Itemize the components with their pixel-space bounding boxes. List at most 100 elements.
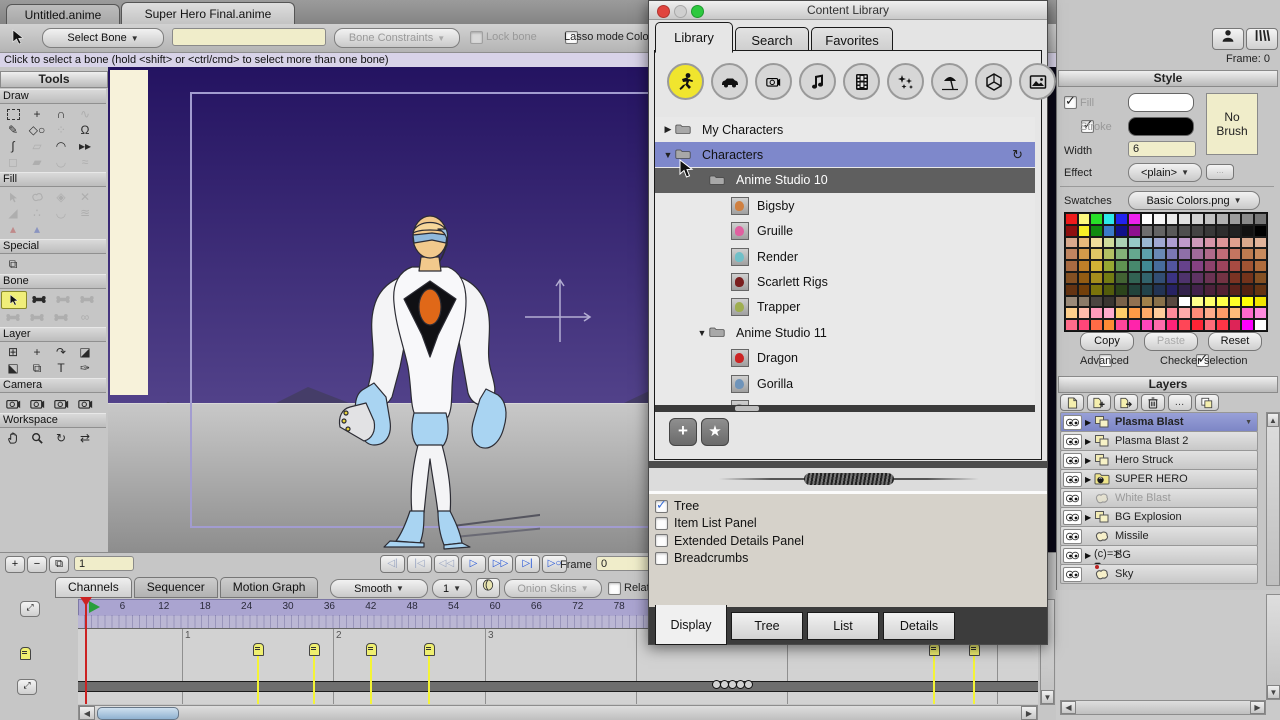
display-option-row[interactable]: Breadcrumbs <box>655 550 748 566</box>
palette-swatch[interactable] <box>1103 284 1116 296</box>
palette-swatch[interactable] <box>1090 248 1103 260</box>
palette-swatch[interactable] <box>1254 225 1267 237</box>
stroke-exposure-tool[interactable]: ≊ <box>73 205 97 221</box>
red-handle-indicator[interactable]: ▴ <box>1 221 25 237</box>
document-tab[interactable]: Untitled.anime <box>6 4 120 25</box>
display-option-checkbox[interactable] <box>655 517 668 530</box>
rotate-layer-tool[interactable]: ↷ <box>49 344 73 360</box>
palette-swatch[interactable] <box>1241 319 1254 331</box>
effects-category[interactable] <box>887 63 924 100</box>
onion-skin-toggle-button[interactable] <box>476 578 500 598</box>
rewind-button[interactable]: ◁| <box>380 555 405 573</box>
palette-swatch[interactable] <box>1115 272 1128 284</box>
bind-layer-tool[interactable] <box>25 309 49 325</box>
palette-swatch[interactable] <box>1065 225 1078 237</box>
props-category[interactable] <box>755 63 792 100</box>
palette-swatch[interactable] <box>1229 248 1242 260</box>
timeline-hscroll[interactable]: ◀ ▶ <box>78 705 1038 720</box>
palette-swatch[interactable] <box>1254 213 1267 225</box>
utility-hscroll[interactable]: ◀ ▶ <box>1060 700 1266 715</box>
tree-hscroll-thumb[interactable] <box>735 406 759 411</box>
palette-swatch[interactable] <box>1078 260 1091 272</box>
offset-bone-tool[interactable] <box>49 309 73 325</box>
palette-swatch[interactable] <box>1178 284 1191 296</box>
scroll-left-icon[interactable]: ◀ <box>1061 701 1076 714</box>
track-camera-tool[interactable] <box>1 395 25 411</box>
select-bone-tool[interactable] <box>1 291 27 309</box>
layer-expander-icon[interactable]: ▶ <box>1085 418 1094 427</box>
palette-swatch[interactable] <box>1191 296 1204 308</box>
tree-item-row[interactable]: Dragon <box>655 346 1035 371</box>
orbit-workspace-tool[interactable]: ⇄ <box>73 430 97 446</box>
palette-swatch[interactable] <box>1191 307 1204 319</box>
scroll-right-icon[interactable]: ▶ <box>1021 706 1037 720</box>
palette-swatch[interactable] <box>1229 272 1242 284</box>
palette-swatch[interactable] <box>1204 319 1217 331</box>
palette-swatch[interactable] <box>1229 307 1242 319</box>
cycles-dropdown[interactable]: 1▼ <box>432 579 472 598</box>
palette-swatch[interactable] <box>1241 237 1254 249</box>
new-layer-button[interactable] <box>1060 394 1084 411</box>
characters-category[interactable] <box>667 63 704 100</box>
palette-swatch[interactable] <box>1254 237 1267 249</box>
tree-folder-row[interactable]: ▶My Characters <box>655 117 1035 142</box>
tree-item-row[interactable]: Trapper <box>655 295 1035 320</box>
line-width-tool[interactable]: ∴ <box>25 205 49 221</box>
color-palette[interactable] <box>1064 212 1268 332</box>
tree-item-row[interactable] <box>655 396 1035 405</box>
palette-swatch[interactable] <box>1166 237 1179 249</box>
palette-swatch[interactable] <box>1166 307 1179 319</box>
fill-checkbox[interactable] <box>1064 96 1077 109</box>
palette-swatch[interactable] <box>1128 260 1141 272</box>
draw-shape-tool[interactable]: ◇○ <box>25 122 49 138</box>
palette-swatch[interactable] <box>1241 225 1254 237</box>
palette-swatch[interactable] <box>1166 225 1179 237</box>
curve-profile-tool[interactable]: ◢ <box>1 205 25 221</box>
new-layer-arrow-button[interactable] <box>1114 394 1138 411</box>
tree-folder-row[interactable]: ▼Anime Studio 11 <box>655 320 1035 345</box>
palette-swatch[interactable] <box>1178 307 1191 319</box>
prev-keyframe-button[interactable]: |◁ <box>407 555 432 573</box>
scroll-right-icon[interactable]: ▶ <box>1250 701 1265 714</box>
display-mode-tab-display[interactable]: Display <box>655 605 727 645</box>
palette-swatch[interactable] <box>1204 307 1217 319</box>
palette-swatch[interactable] <box>1191 260 1204 272</box>
scatter-brush-tool[interactable]: ⁘ <box>49 122 73 138</box>
magic-fill-tool[interactable]: ◡ <box>49 205 73 221</box>
palette-swatch[interactable] <box>1241 307 1254 319</box>
tree-folder-row[interactable]: Anime Studio 10 <box>655 168 1035 193</box>
translate-points-tool[interactable]: + <box>25 106 49 122</box>
palette-swatch[interactable] <box>1216 260 1229 272</box>
width-input[interactable] <box>1128 141 1196 157</box>
palette-swatch[interactable] <box>1153 296 1166 308</box>
shear-points-tool[interactable]: ▰ <box>25 154 49 170</box>
effect-dropdown[interactable]: <plain>▼ <box>1128 163 1202 182</box>
palette-swatch[interactable] <box>1241 260 1254 272</box>
step-back-button[interactable]: ◁◁ <box>434 555 459 573</box>
display-option-row[interactable]: Extended Details Panel <box>655 533 804 549</box>
timeline-tab-motion-graph[interactable]: Motion Graph <box>220 577 319 598</box>
new-layer-plus-button[interactable] <box>1087 394 1111 411</box>
layer-visibility-icon[interactable] <box>1063 567 1082 582</box>
palette-swatch[interactable] <box>1191 248 1204 260</box>
content-library-dialog[interactable]: Content Library LibrarySearchFavorites ▶… <box>648 0 1048 645</box>
palette-swatch[interactable] <box>1090 307 1103 319</box>
layer-expander-icon[interactable]: ▶ <box>1085 551 1094 560</box>
palette-swatch[interactable] <box>1115 213 1128 225</box>
palette-swatch[interactable] <box>1191 284 1204 296</box>
playhead-line[interactable] <box>85 599 87 704</box>
palette-swatch[interactable] <box>1191 225 1204 237</box>
expand-timeline-button[interactable]: ⤢ <box>20 601 40 617</box>
palette-swatch[interactable] <box>1178 319 1191 331</box>
display-mode-tab-details[interactable]: Details <box>883 612 955 640</box>
layer-visibility-icon[interactable] <box>1063 548 1082 563</box>
palette-swatch[interactable] <box>1103 248 1116 260</box>
palette-swatch[interactable] <box>1065 237 1078 249</box>
select-shape-tool[interactable] <box>1 189 25 205</box>
palette-swatch[interactable] <box>1103 307 1116 319</box>
palette-swatch[interactable] <box>1178 272 1191 284</box>
palette-swatch[interactable] <box>1241 272 1254 284</box>
palette-swatch[interactable] <box>1103 319 1116 331</box>
layer-row[interactable]: ▶Plasma Blast▼ <box>1060 412 1258 432</box>
relative-keyframes-checkbox[interactable] <box>608 582 621 595</box>
